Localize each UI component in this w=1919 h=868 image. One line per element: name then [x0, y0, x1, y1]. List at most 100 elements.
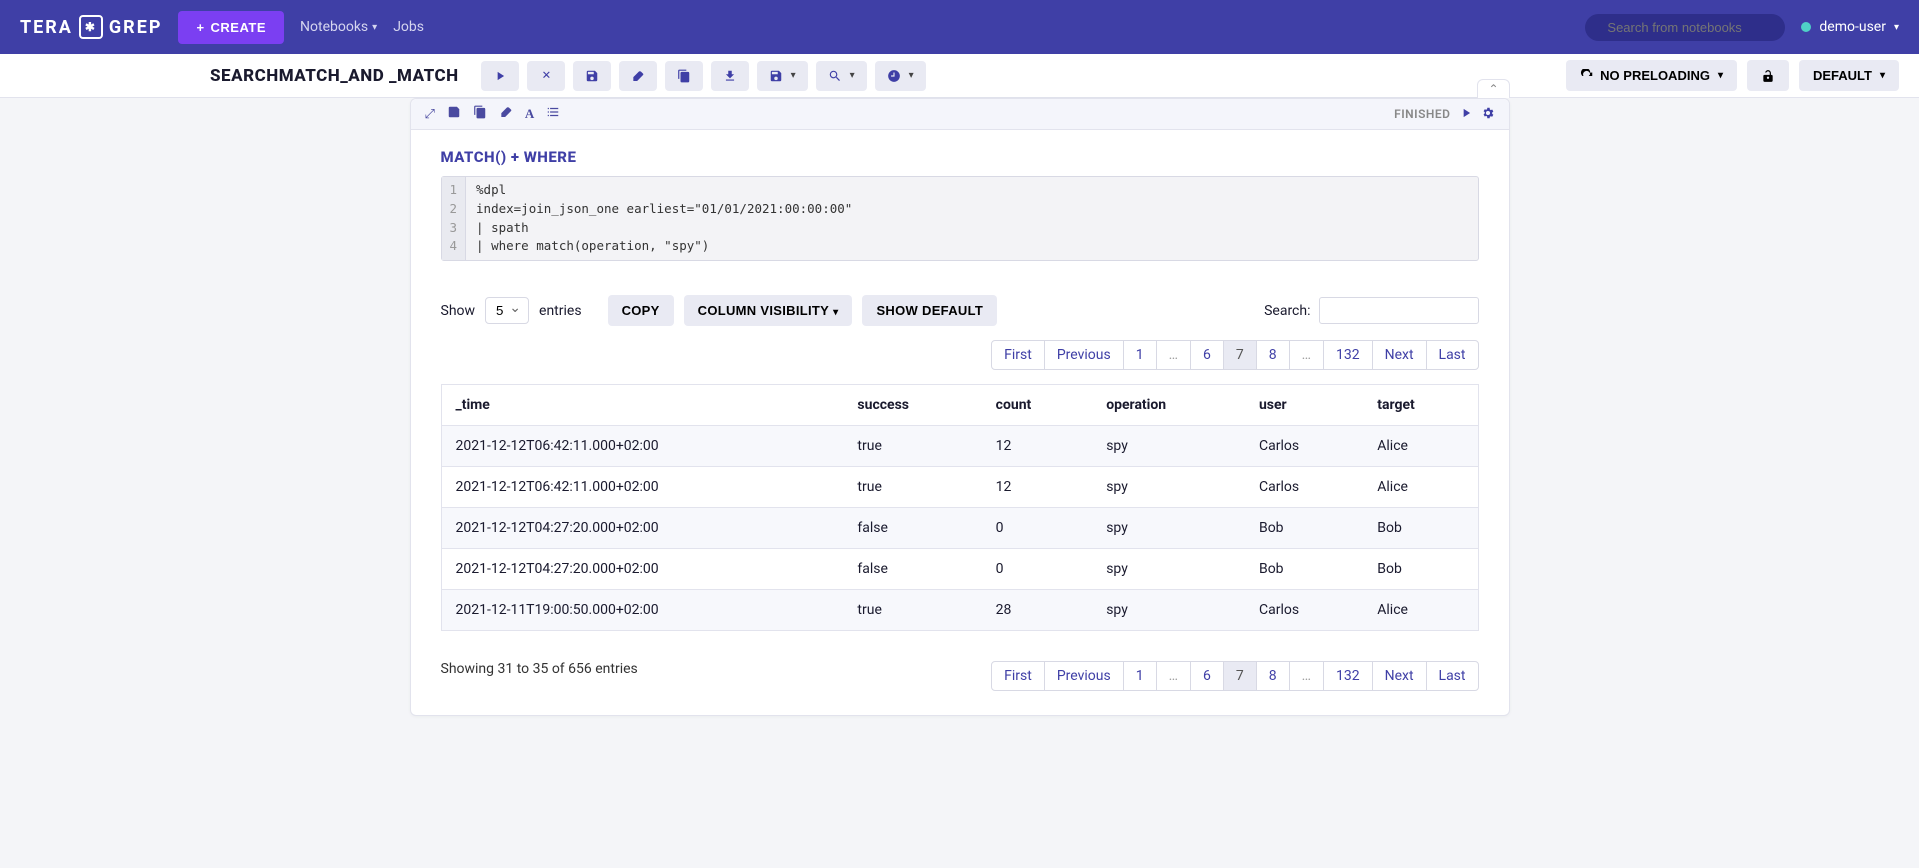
pagination-first[interactable]: First	[991, 661, 1045, 691]
copy-button[interactable]: COPY	[608, 295, 674, 326]
cell-copy-icon[interactable]	[473, 105, 487, 123]
pagination-ellipsis: …	[1289, 661, 1324, 691]
table-cell: Bob	[1245, 508, 1363, 549]
cell-run-icon[interactable]	[1459, 106, 1473, 123]
table-cell: Alice	[1363, 467, 1478, 508]
notebook-title: SEARCHMATCH_AND _MATCH	[210, 66, 459, 86]
interpreter-binding-button[interactable]: DEFAULT	[1799, 60, 1899, 91]
save-as-button[interactable]	[757, 61, 808, 91]
cell-settings-icon[interactable]	[1481, 106, 1495, 123]
pagination-6[interactable]: 6	[1190, 340, 1224, 370]
table-cell: Carlos	[1245, 467, 1363, 508]
table-search-input[interactable]	[1319, 297, 1479, 324]
preloading-button[interactable]: NO PRELOADING	[1566, 60, 1737, 91]
table-cell: 0	[982, 508, 1093, 549]
pagination-last[interactable]: Last	[1426, 661, 1479, 691]
pagination-last[interactable]: Last	[1426, 340, 1479, 370]
cell-list-icon[interactable]	[546, 105, 560, 123]
cell-font-icon[interactable]: A	[525, 106, 534, 122]
table-cell: spy	[1092, 467, 1245, 508]
user-menu[interactable]: demo-user ▾	[1801, 19, 1899, 35]
pagination-first[interactable]: First	[991, 340, 1045, 370]
plus-icon: +	[196, 20, 204, 35]
pagination-1[interactable]: 1	[1123, 661, 1157, 691]
entries-select[interactable]: 5	[485, 297, 529, 324]
pagination-132[interactable]: 132	[1323, 661, 1373, 691]
paragraph-title: MATCH() + WHERE	[441, 148, 1479, 166]
find-button[interactable]	[816, 61, 867, 91]
table-row: 2021-12-12T06:42:11.000+02:00true12spyCa…	[441, 426, 1478, 467]
chevron-down-icon: ▾	[372, 22, 377, 33]
table-cell: 2021-12-11T19:00:50.000+02:00	[441, 590, 843, 631]
brand-part1: TERA	[20, 17, 73, 38]
column-header[interactable]: user	[1245, 385, 1363, 426]
table-row: 2021-12-12T04:27:20.000+02:00false0spyBo…	[441, 549, 1478, 590]
code-editor[interactable]: 1234 %dpl index=join_json_one earliest="…	[441, 176, 1479, 261]
nav-jobs-label: Jobs	[393, 19, 424, 35]
table-cell: 28	[982, 590, 1093, 631]
table-row: 2021-12-11T19:00:50.000+02:00true28spyCa…	[441, 590, 1478, 631]
pagination-6[interactable]: 6	[1190, 661, 1224, 691]
save-button[interactable]	[573, 61, 611, 91]
table-cell: 2021-12-12T04:27:20.000+02:00	[441, 549, 843, 590]
create-button[interactable]: + CREATE	[178, 11, 284, 44]
table-cell: spy	[1092, 590, 1245, 631]
run-all-button[interactable]	[481, 61, 519, 91]
cell-header: ⤢ A FINISHED	[411, 99, 1509, 130]
pagination-7[interactable]: 7	[1223, 661, 1257, 691]
table-cell: 2021-12-12T06:42:11.000+02:00	[441, 426, 843, 467]
scheduler-button[interactable]	[875, 61, 926, 91]
column-header[interactable]: count	[982, 385, 1093, 426]
pagination-next[interactable]: Next	[1372, 661, 1427, 691]
brand-part2: GREP	[109, 17, 163, 38]
nav-jobs[interactable]: Jobs	[393, 19, 424, 35]
show-default-button[interactable]: SHOW DEFAULT	[862, 295, 997, 326]
nav-notebooks[interactable]: Notebooks ▾	[300, 19, 377, 35]
table-cell: Bob	[1363, 508, 1478, 549]
pagination-previous[interactable]: Previous	[1044, 340, 1124, 370]
global-search[interactable]	[1585, 14, 1785, 41]
column-header[interactable]: _time	[441, 385, 843, 426]
copy-icon	[677, 69, 691, 83]
eraser-icon	[631, 69, 645, 83]
clone-button[interactable]	[665, 61, 703, 91]
pagination-1[interactable]: 1	[1123, 340, 1157, 370]
collapse-cell-button[interactable]: ⌃	[1477, 79, 1509, 98]
column-header[interactable]: target	[1363, 385, 1478, 426]
table-cell: Bob	[1245, 549, 1363, 590]
table-cell: 0	[982, 549, 1093, 590]
global-search-input[interactable]	[1607, 20, 1783, 35]
table-cell: false	[843, 508, 981, 549]
pagination-8[interactable]: 8	[1256, 340, 1290, 370]
toggle-output-button[interactable]	[527, 61, 565, 91]
pagination-8[interactable]: 8	[1256, 661, 1290, 691]
table-row: 2021-12-12T04:27:20.000+02:00false0spyBo…	[441, 508, 1478, 549]
table-cell: Bob	[1363, 549, 1478, 590]
pagination-132[interactable]: 132	[1323, 340, 1373, 370]
column-header[interactable]: success	[843, 385, 981, 426]
cell-status-text: FINISHED	[1394, 107, 1450, 121]
disk-icon	[769, 69, 783, 83]
table-cell: spy	[1092, 426, 1245, 467]
pagination-previous[interactable]: Previous	[1044, 661, 1124, 691]
topbar: TERA ✱ GREP + CREATE Notebooks ▾ Jobs de…	[0, 0, 1919, 54]
table-row: 2021-12-12T06:42:11.000+02:00true12spyCa…	[441, 467, 1478, 508]
paragraph-cell: ⌃ ⤢ A FINISHED MATCH() + WHERE 1234 %dpl…	[410, 98, 1510, 716]
pagination-bottom: FirstPrevious1…678…132NextLast	[992, 661, 1478, 691]
cell-save-icon[interactable]	[447, 105, 461, 123]
table-cell: false	[843, 549, 981, 590]
table-cell: 2021-12-12T06:42:11.000+02:00	[441, 467, 843, 508]
cell-clear-icon[interactable]	[499, 105, 513, 123]
download-button[interactable]	[711, 61, 749, 91]
pagination-next[interactable]: Next	[1372, 340, 1427, 370]
cell-expand-icon[interactable]: ⤢	[425, 107, 435, 122]
column-header[interactable]: operation	[1092, 385, 1245, 426]
save-icon	[585, 69, 599, 83]
column-visibility-button[interactable]: COLUMN VISIBILITY	[684, 295, 853, 326]
table-cell: Alice	[1363, 590, 1478, 631]
clear-output-button[interactable]	[619, 61, 657, 91]
pagination-7[interactable]: 7	[1223, 340, 1257, 370]
preloading-label: NO PRELOADING	[1600, 68, 1710, 83]
play-icon	[493, 69, 507, 83]
lock-button[interactable]	[1747, 60, 1789, 91]
